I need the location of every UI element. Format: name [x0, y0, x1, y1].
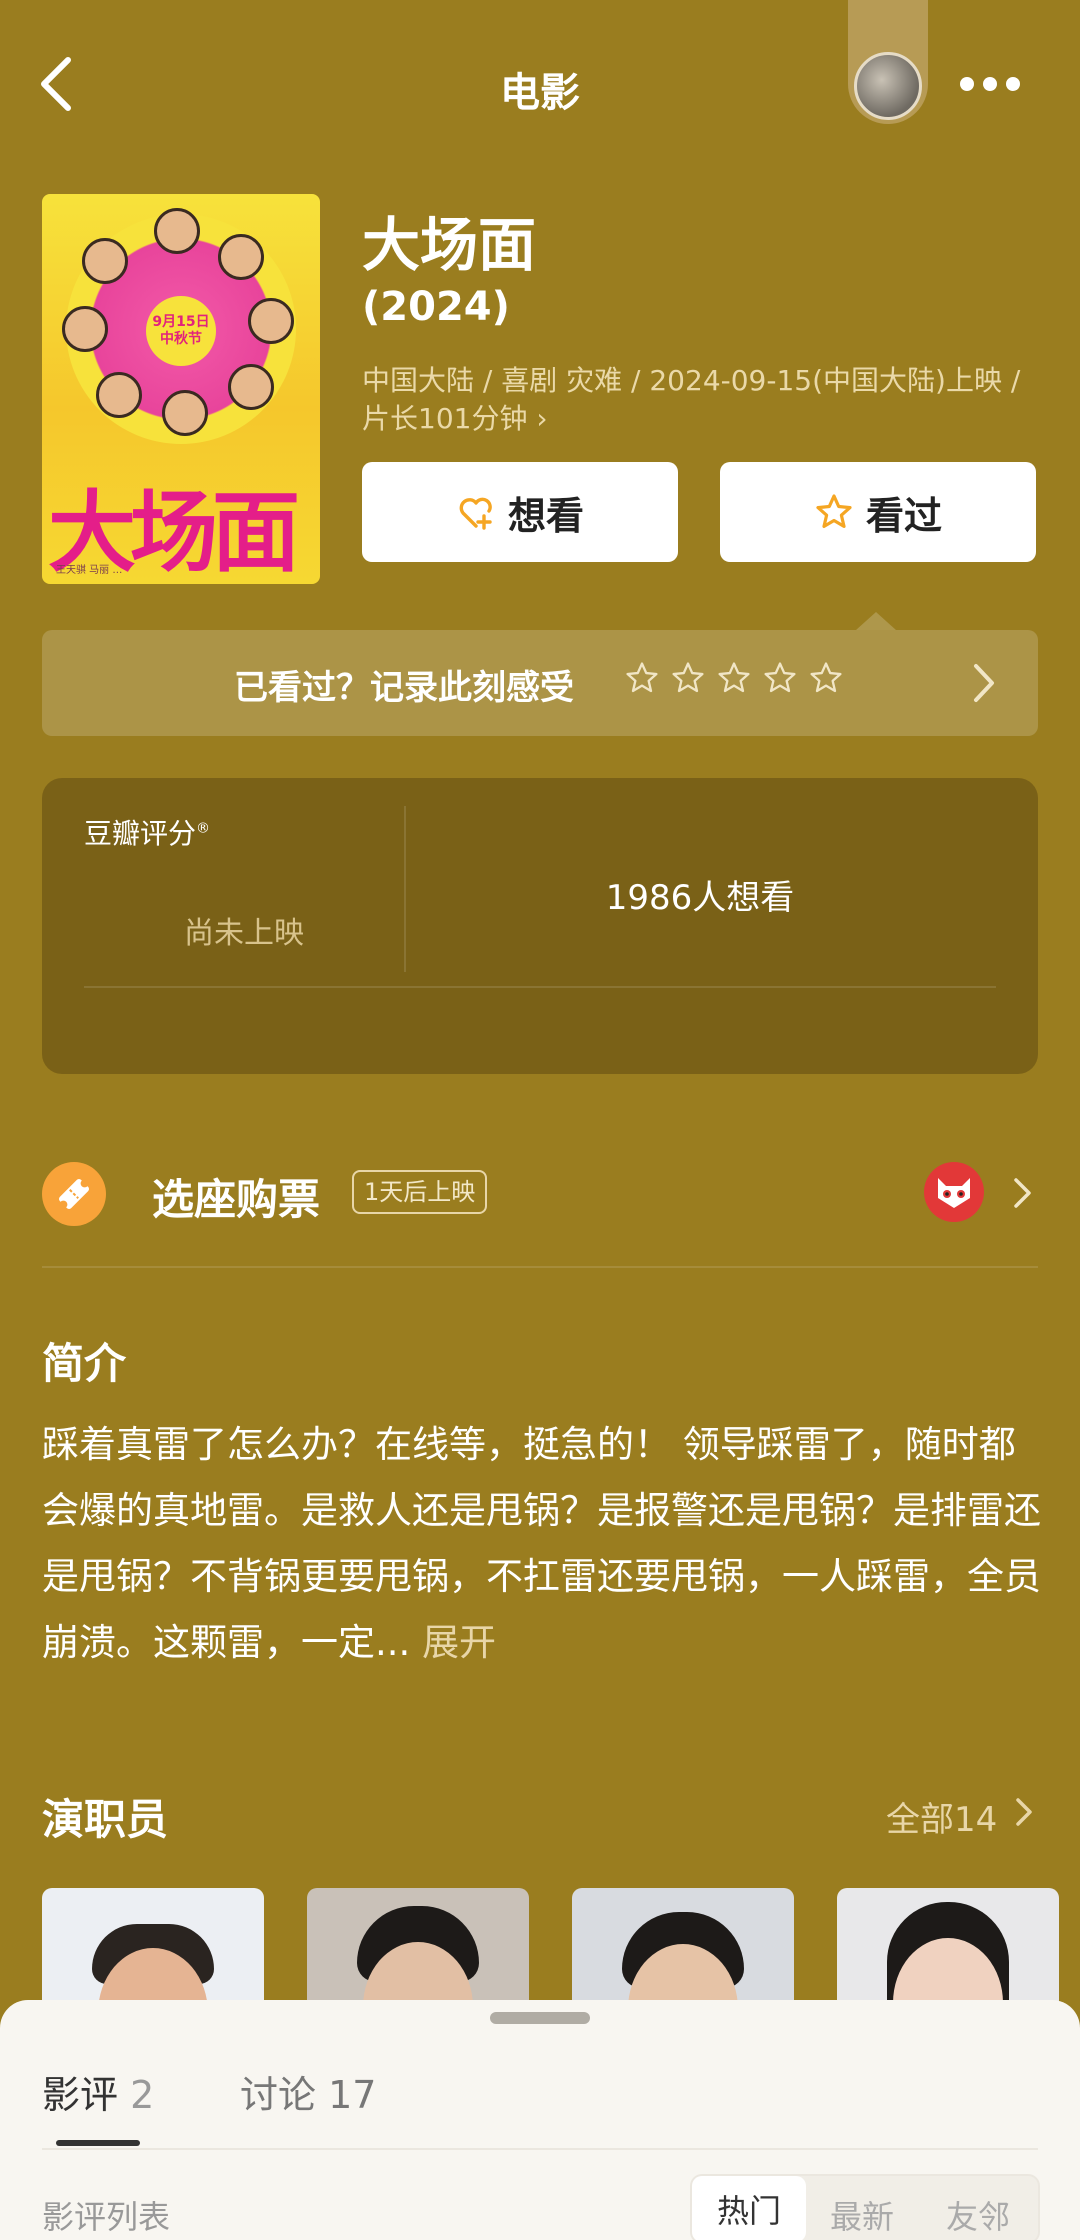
- poster-credits: 王天骐 马丽 …: [56, 565, 123, 576]
- want-to-watch-button[interactable]: 想看: [362, 462, 678, 562]
- avatar[interactable]: [854, 52, 922, 120]
- buy-ticket-label[interactable]: 选座购票: [152, 1166, 320, 1227]
- ticket-icon: [42, 1162, 106, 1226]
- expand-link[interactable]: 展开: [422, 1621, 496, 1664]
- tab-reviews[interactable]: 影评 2: [42, 2064, 154, 2119]
- sort-friends[interactable]: 友邻: [946, 2192, 1010, 2238]
- cast-title: 演职员: [42, 1795, 169, 1844]
- release-badge: 1天后上映: [352, 1170, 488, 1214]
- active-tab-indicator: [56, 2140, 140, 2146]
- douban-rating-label: 豆瓣评分®: [84, 817, 211, 850]
- star-icon[interactable]: [808, 660, 844, 696]
- tab-discussions[interactable]: 讨论 17: [240, 2064, 376, 2119]
- movie-poster[interactable]: 9月15日 中秋节 大场面 王天骐 马丽 …: [42, 194, 320, 584]
- synopsis-text: 踩着真雷了怎么办？在线等，挺急的！ 领导踩雷了，随时都会爆的真地雷。是救人还是甩…: [42, 1423, 1041, 1664]
- chevron-right-icon: [974, 664, 994, 702]
- synopsis-title: 简介: [42, 1339, 127, 1388]
- want-count: 1986人想看: [605, 878, 795, 918]
- maoyan-cat-icon[interactable]: [924, 1162, 984, 1222]
- star-icon[interactable]: [716, 660, 752, 696]
- review-list-label: 影评列表: [42, 2198, 171, 2236]
- poster-date-badge: 9月15日 中秋节: [146, 296, 216, 366]
- star-icon[interactable]: [670, 660, 706, 696]
- drag-handle[interactable]: [490, 2012, 590, 2024]
- rating-status: 尚未上映: [184, 916, 304, 951]
- record-prompt: 已看过？记录此刻感受: [234, 668, 574, 708]
- chevron-right-icon[interactable]: [1012, 1176, 1034, 1210]
- want-label: 想看: [507, 493, 584, 538]
- rating-stars[interactable]: [624, 660, 844, 696]
- star-icon[interactable]: [762, 660, 798, 696]
- divider: [42, 1266, 1038, 1268]
- watched-button[interactable]: 看过: [720, 462, 1036, 562]
- movie-year: (2024): [362, 284, 510, 330]
- star-icon: [816, 494, 852, 529]
- seen-label: 看过: [865, 493, 942, 538]
- cast-all-link[interactable]: 全部14: [886, 1792, 997, 1841]
- star-icon[interactable]: [624, 660, 660, 696]
- sort-hot[interactable]: 热门: [692, 2176, 806, 2240]
- movie-meta[interactable]: 中国大陆 / 喜剧 灾难 / 2024-09-15(中国大陆)上映 / 片长10…: [362, 362, 1042, 438]
- record-caret: [856, 612, 896, 630]
- movie-title: 大场面: [362, 211, 537, 279]
- divider: [42, 2148, 1038, 2150]
- heart-plus-icon: [459, 497, 492, 530]
- divider: [84, 986, 996, 988]
- chevron-right-icon[interactable]: [1014, 1796, 1034, 1828]
- sort-latest[interactable]: 最新: [830, 2192, 894, 2238]
- more-icon[interactable]: [960, 74, 1020, 94]
